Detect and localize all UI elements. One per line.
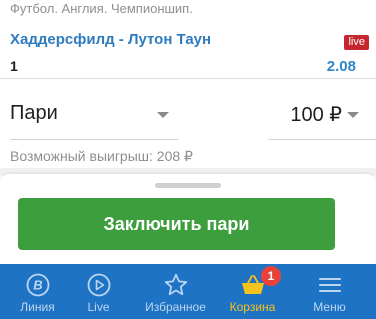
bet-amount-underline	[268, 139, 376, 140]
live-badge: live	[344, 35, 369, 50]
bet-amount-select[interactable]: 100 ₽	[290, 102, 342, 127]
play-icon	[86, 272, 112, 298]
tab-favorites[interactable]: Избранное	[138, 264, 213, 319]
league-label: Футбол. Англия. Чемпионшип.	[10, 1, 193, 16]
cart-count-badge: 1	[261, 266, 281, 286]
place-bet-button[interactable]: Заключить пари	[18, 198, 335, 250]
bet-type-underline	[10, 139, 178, 140]
tab-live[interactable]: Live	[61, 264, 136, 319]
tab-label: Избранное	[145, 300, 206, 314]
tab-menu[interactable]: Меню	[292, 264, 367, 319]
line-b-icon: B	[25, 272, 51, 298]
star-icon	[163, 272, 189, 298]
svg-text:B: B	[33, 278, 42, 293]
bet-type-select[interactable]: Пари	[10, 102, 58, 125]
tab-label: Корзина	[229, 300, 276, 314]
sheet-grabber[interactable]	[155, 183, 221, 188]
outcome-row: 1 2.08	[10, 58, 356, 76]
divider	[0, 78, 376, 79]
chevron-down-icon[interactable]	[347, 112, 359, 118]
tab-bar: B Линия Live Избранное Корзина Меню	[0, 264, 376, 319]
tab-label: Live	[87, 300, 110, 314]
outcome-name: 1	[10, 58, 18, 74]
chevron-down-icon[interactable]	[157, 112, 169, 118]
menu-icon	[317, 272, 343, 298]
match-title[interactable]: Хаддерсфилд - Лутон Таун	[10, 31, 211, 48]
tab-label: Меню	[313, 300, 346, 314]
outcome-odds: 2.08	[326, 58, 356, 75]
possible-win-label: Возможный выигрыш: 208 ₽	[10, 148, 193, 164]
